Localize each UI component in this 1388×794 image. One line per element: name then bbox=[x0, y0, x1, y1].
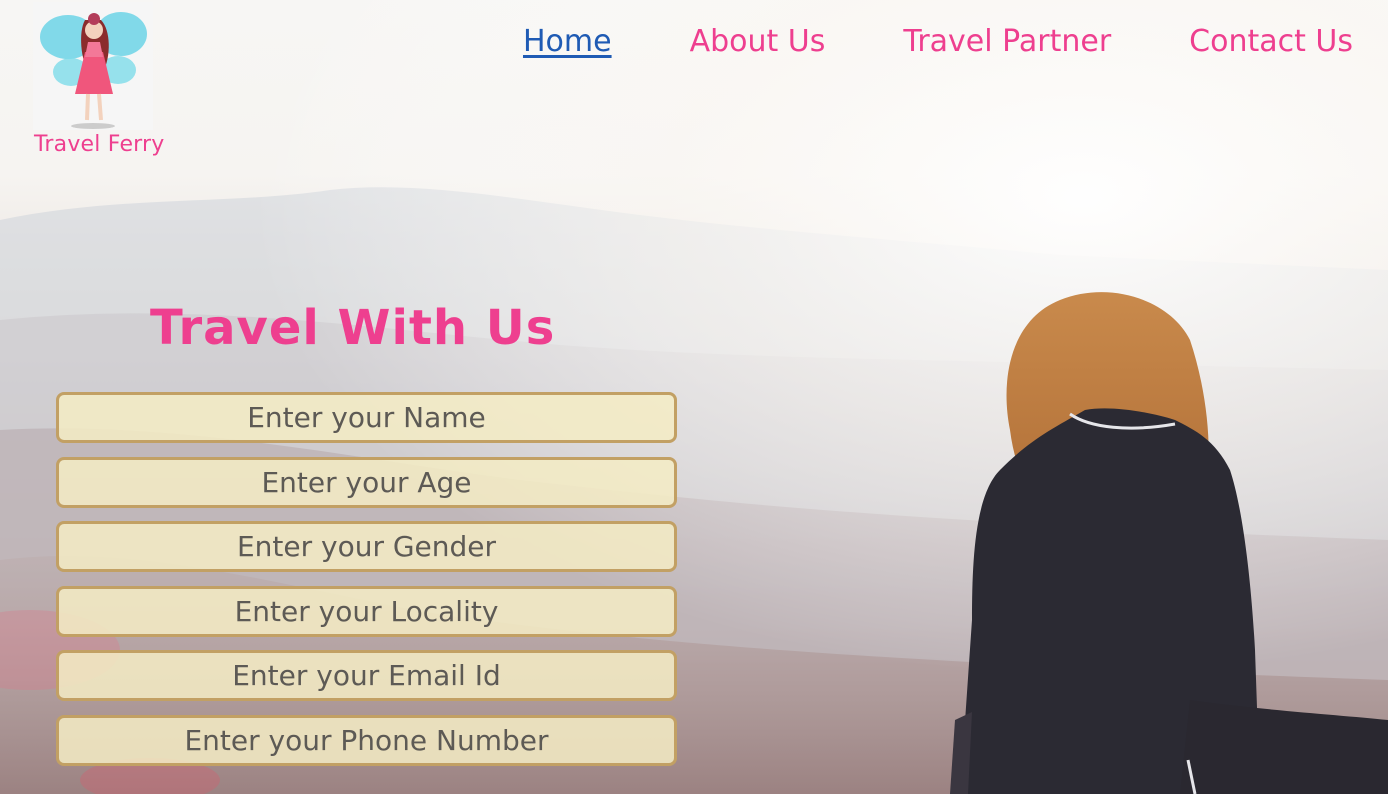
phone-number-field[interactable] bbox=[56, 714, 677, 766]
gender-field[interactable] bbox=[56, 521, 677, 572]
page-title: Travel With Us bbox=[150, 300, 556, 356]
travel-signup-form bbox=[56, 392, 677, 779]
nav-link-travel-partner[interactable]: Travel Partner bbox=[903, 24, 1111, 59]
nav-link-about-us[interactable]: About Us bbox=[690, 24, 826, 59]
fairy-logo-icon[interactable] bbox=[33, 2, 153, 130]
name-field[interactable] bbox=[56, 392, 677, 443]
main-nav: Home About Us Travel Partner Contact Us bbox=[523, 24, 1353, 59]
nav-link-contact-us[interactable]: Contact Us bbox=[1189, 24, 1353, 59]
brand-name: Travel Ferry bbox=[34, 132, 165, 157]
age-field[interactable] bbox=[56, 456, 677, 508]
email-field[interactable] bbox=[56, 650, 677, 701]
locality-field[interactable] bbox=[56, 585, 677, 637]
nav-link-home[interactable]: Home bbox=[523, 24, 612, 59]
